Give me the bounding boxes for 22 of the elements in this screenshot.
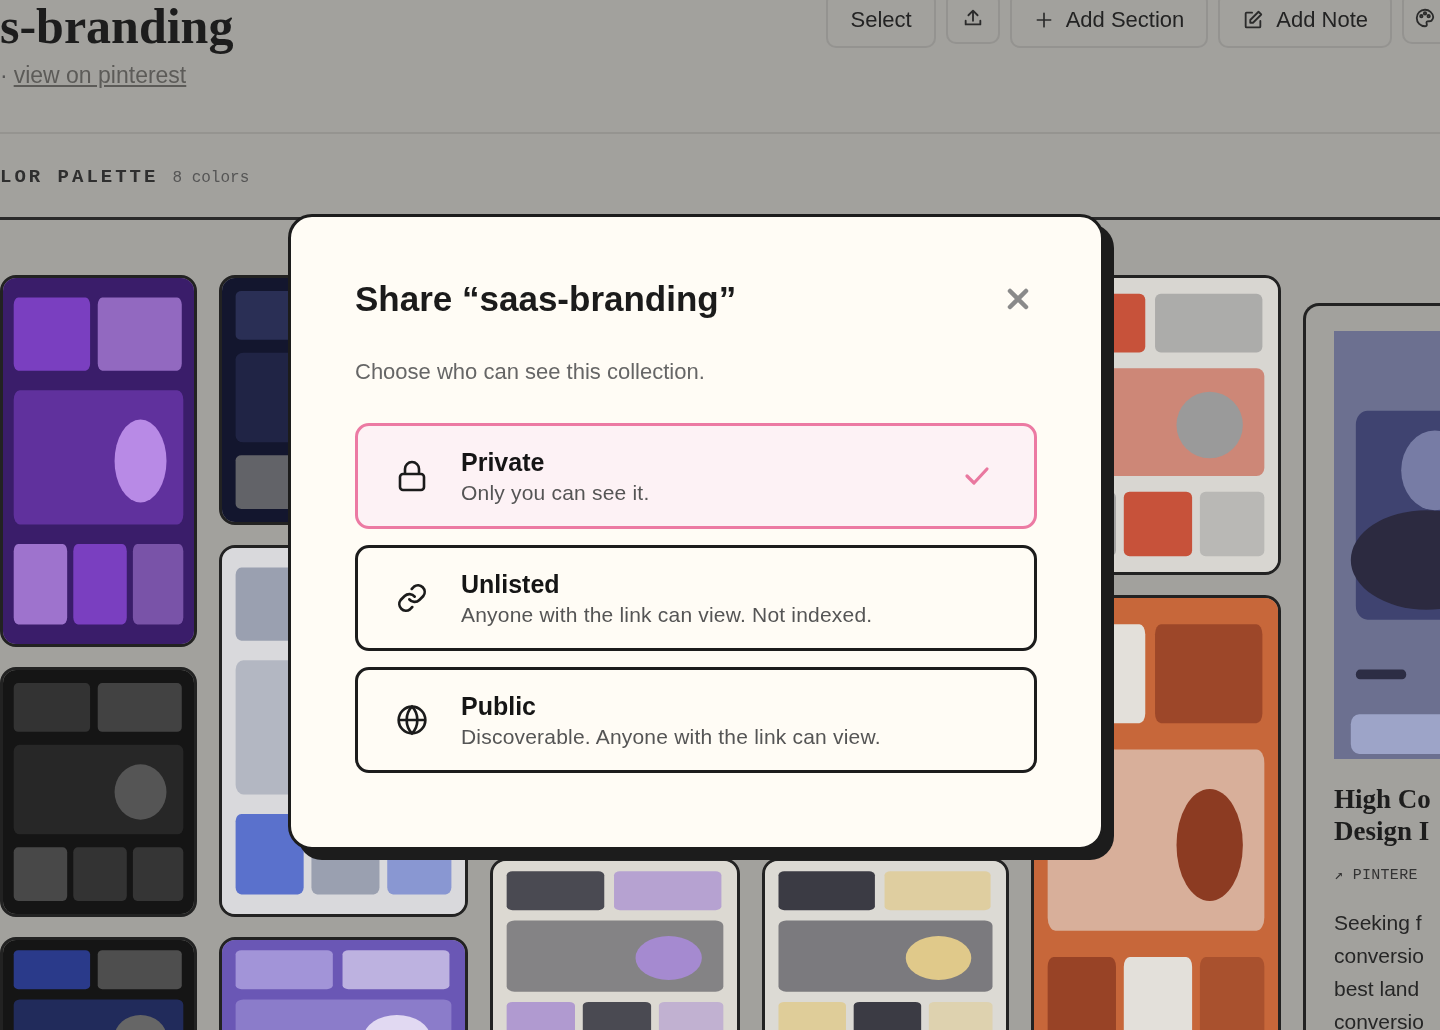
option-label: Unlisted bbox=[461, 569, 561, 599]
color-count: 8 colors bbox=[172, 169, 250, 187]
pin-source[interactable]: ↗ PINTERE bbox=[1334, 865, 1440, 884]
add-note-button[interactable]: Add Note bbox=[1218, 0, 1392, 48]
pin-description: Seeking f conversio best land conversio bbox=[1334, 910, 1425, 1030]
option-description: Anyone with the link can view. Not indexed. bbox=[461, 602, 874, 627]
select-button[interactable]: Select bbox=[826, 0, 936, 48]
pin-title: High Co Design I bbox=[1334, 783, 1432, 847]
visibility-option[interactable]: Unlisted Anyone with the link can view. Not indexed. bbox=[355, 545, 1037, 651]
visibility-option[interactable]: Private Only you can see it. bbox=[355, 423, 1037, 529]
option-label: Public bbox=[461, 691, 537, 721]
section-label: LOR PALETTE bbox=[0, 166, 159, 188]
collection-title: s-branding bbox=[0, 0, 234, 52]
option-label: Private bbox=[461, 447, 546, 477]
dialog-title: Share “saas-branding” bbox=[355, 279, 737, 319]
dialog-subtitle: Choose who can see this collection. bbox=[355, 359, 706, 385]
add-section-button[interactable]: Add Section bbox=[1009, 0, 1209, 48]
pin-card[interactable]: High Co Design I ↗ PINTERE Seeking f conversio best land conversio bbox=[1303, 303, 1440, 1030]
option-description: Discoverable. Anyone with the link can view. bbox=[461, 724, 882, 749]
visibility-option[interactable]: Public Discoverable. Anyone with the link can view. bbox=[355, 667, 1037, 773]
option-description: Only you can see it. bbox=[461, 480, 651, 505]
separator-dot: · bbox=[0, 62, 8, 89]
